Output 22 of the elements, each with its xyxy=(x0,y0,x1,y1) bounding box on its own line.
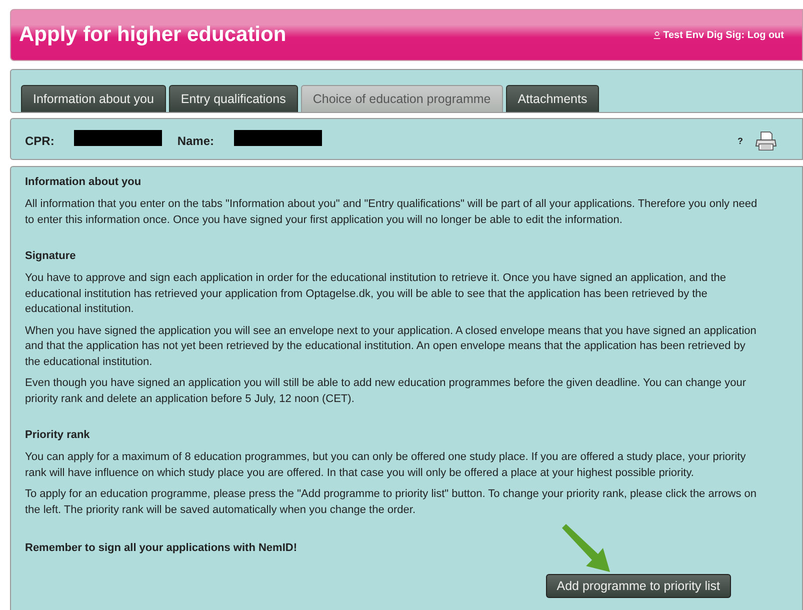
page-title: Apply for higher education xyxy=(19,23,288,47)
section-heading: Signature xyxy=(25,250,77,262)
section-heading: Information about you xyxy=(25,176,142,188)
field-label: CPR: xyxy=(25,134,54,148)
paragraph: When you have signed the application you will see an envelope next to your application. A closed envelope means that you have signed an application and that the application has not yet been retrieved by the educational institution. An open envelope means that the application has been retrieved by the educational institution. xyxy=(25,324,758,370)
print-icon[interactable] xyxy=(755,131,777,151)
paragraph: You have to approve and sign each application in order for the educational institution to retrieve it. Once you have signed an application, and the educational institution has retrieved your application from Optagelse.dk, you will be able to see that the application has been retrieved by the educational institution. xyxy=(25,271,728,317)
tab[interactable]: Choice of education programme xyxy=(300,85,503,112)
field-label: Name: xyxy=(177,134,214,148)
paragraph: To apply for an education programme, please press the "Add programme to priority list" button. To change your priority rank, please click the arrows on the left. The priority rank will be saved automatically when you change the order. xyxy=(25,487,758,518)
tab[interactable]: Information about you xyxy=(21,85,166,112)
add-programme-button[interactable]: Add programme to priority list xyxy=(546,574,731,598)
paragraph: All information that you enter on the tabs "Information about you" and "Entry qualifications" will be part of all your applications. Therefore you only need to enter this information once. Once you have signed your first application you will no longer be able to edit the information. xyxy=(25,197,758,228)
help-link[interactable]: ? xyxy=(738,136,743,146)
paragraph: You can apply for a maximum of 8 education programmes, but you can only be offered one study place. If you are offered a study place, your priority rank will have influence on which study place you are offered. In that case you will only be offered a place at your highest possible priority. xyxy=(25,450,747,480)
tab[interactable]: Entry qualifications xyxy=(168,85,298,112)
section-heading: Priority rank xyxy=(25,429,91,441)
reminder-text: Remember to sign all your applications with NemID! xyxy=(25,542,298,554)
paragraph: Even though you have signed an application you will still be able to add new education programmes before the given deadline. You can change your priority rank and delete an application before 5 July, 12 noon (CET). xyxy=(25,376,747,406)
tab[interactable]: Attachments xyxy=(506,85,600,112)
user-icon xyxy=(653,31,662,39)
logout-link[interactable]: Test Env Dig Sig: Log out xyxy=(653,30,784,40)
